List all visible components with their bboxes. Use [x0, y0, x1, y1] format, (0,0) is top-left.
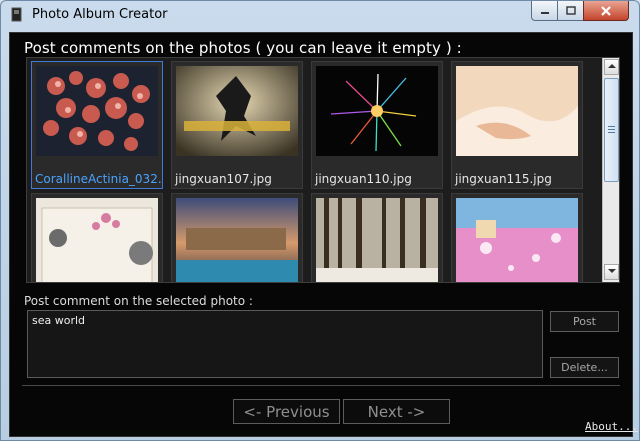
photo-filename: jingxuan115.jpg — [455, 172, 552, 186]
delete-button[interactable]: Delete... — [550, 357, 619, 378]
comment-input[interactable]: sea world — [27, 310, 543, 378]
title-bar[interactable]: Photo Album Creator — [1, 1, 640, 29]
photo-thumbnail[interactable] — [451, 193, 583, 282]
photo-filename: jingxuan107.jpg — [175, 172, 272, 186]
photo-image — [36, 66, 158, 156]
photo-filename: CorallineActinia_032. — [35, 172, 162, 186]
photo-image — [176, 198, 298, 282]
minimize-button[interactable] — [531, 1, 558, 21]
about-link[interactable]: About... — [585, 420, 638, 433]
scroll-up-button[interactable] — [604, 59, 619, 75]
page-heading: Post comments on the photos ( you can le… — [24, 39, 462, 57]
photo-image — [176, 66, 298, 156]
photo-thumbnail[interactable]: jingxuan107.jpg — [171, 61, 303, 189]
scroll-down-button[interactable] — [604, 264, 619, 280]
photo-grid[interactable]: CorallineActinia_032. jingxuan107.jpg ji… — [26, 57, 620, 283]
close-button[interactable] — [583, 1, 629, 21]
photo-image — [36, 198, 158, 282]
arrow-up-icon — [607, 64, 616, 68]
app-icon — [11, 7, 22, 22]
client-area: Post comments on the photos ( you can le… — [9, 32, 638, 437]
grip-line — [608, 129, 615, 130]
photo-thumbnail[interactable] — [31, 193, 163, 282]
comment-label: Post comment on the selected photo : — [24, 294, 253, 308]
maximize-icon — [565, 6, 576, 15]
scroll-thumb[interactable] — [604, 78, 619, 182]
photo-filename: jingxuan110.jpg — [315, 172, 412, 186]
minimize-icon — [540, 11, 549, 14]
arrow-down-icon — [607, 269, 616, 273]
photo-thumbnail[interactable]: jingxuan110.jpg — [311, 61, 443, 189]
maximize-button[interactable] — [557, 1, 584, 21]
grip-line — [608, 132, 615, 133]
previous-button[interactable]: <- Previous — [233, 399, 340, 424]
photo-image — [316, 198, 438, 282]
photo-thumbnail[interactable] — [171, 193, 303, 282]
photo-image — [316, 66, 438, 156]
photo-thumbnail[interactable]: jingxuan115.jpg — [451, 61, 583, 189]
close-icon — [601, 5, 611, 16]
window-title: Photo Album Creator — [32, 7, 168, 22]
post-button[interactable]: Post — [550, 311, 619, 332]
photo-thumbnail[interactable] — [311, 193, 443, 282]
photo-image — [456, 198, 578, 282]
app-window: Photo Album Creator Post comments on the… — [0, 0, 640, 441]
vertical-scrollbar[interactable] — [602, 58, 619, 282]
divider — [22, 385, 620, 386]
photo-image — [456, 66, 578, 156]
next-button[interactable]: Next -> — [343, 399, 450, 424]
grip-line — [608, 126, 615, 127]
photo-thumbnail[interactable]: CorallineActinia_032. — [31, 61, 163, 189]
